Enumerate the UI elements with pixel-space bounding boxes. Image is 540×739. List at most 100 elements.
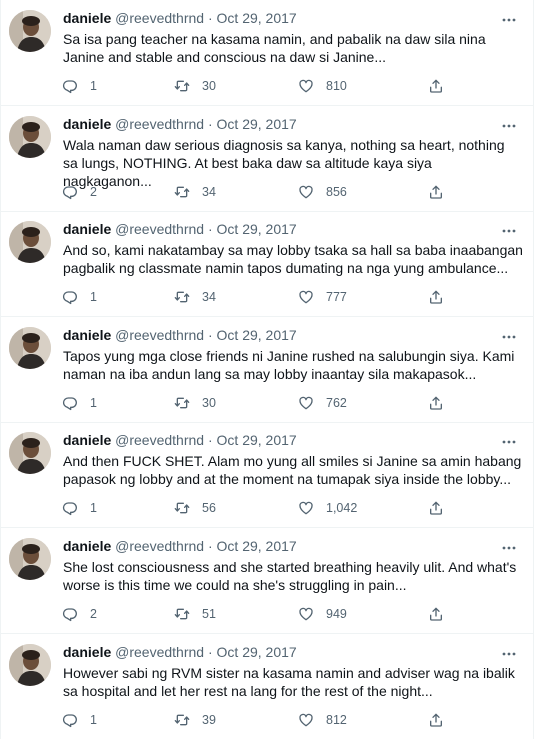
tweet[interactable]: daniele @reevedthrnd · Oct 29, 2017 And … — [0, 211, 534, 317]
tweet[interactable]: daniele @reevedthrnd · Oct 29, 2017 And … — [0, 422, 534, 528]
tweet[interactable]: daniele @reevedthrnd · Oct 29, 2017 Howe… — [0, 634, 534, 739]
tweet-header: daniele @reevedthrnd · Oct 29, 2017 — [63, 431, 297, 449]
reply-button[interactable]: 2 — [62, 604, 97, 624]
reply-button[interactable]: 1 — [62, 710, 97, 730]
tweet-date[interactable]: Oct 29, 2017 — [217, 221, 297, 237]
retweet-icon — [174, 608, 190, 620]
reply-button[interactable]: 1 — [62, 287, 97, 307]
author-handle[interactable]: @reevedthrnd — [115, 116, 204, 132]
like-button[interactable]: 949 — [298, 604, 347, 624]
avatar-photo-icon — [9, 327, 51, 369]
share-button[interactable] — [428, 287, 444, 307]
share-button[interactable] — [428, 182, 444, 202]
separator-dot: · — [207, 116, 213, 132]
like-button[interactable]: 762 — [298, 393, 347, 413]
author-handle[interactable]: @reevedthrnd — [115, 10, 204, 26]
reply-icon — [62, 397, 77, 411]
retweet-button[interactable]: 51 — [174, 604, 216, 624]
avatar[interactable] — [9, 538, 51, 580]
tweet-date[interactable]: Oct 29, 2017 — [217, 432, 297, 448]
tweet[interactable]: daniele @reevedthrnd · Oct 29, 2017 Tapo… — [0, 317, 534, 423]
author-name[interactable]: daniele — [63, 221, 111, 237]
avatar-photo-icon — [9, 538, 51, 580]
author-name[interactable]: daniele — [63, 116, 111, 132]
avatar[interactable] — [9, 644, 51, 686]
author-handle[interactable]: @reevedthrnd — [115, 644, 204, 660]
retweet-button[interactable]: 34 — [174, 287, 216, 307]
tweet-date[interactable]: Oct 29, 2017 — [217, 644, 297, 660]
retweet-icon — [174, 502, 190, 514]
reply-button[interactable]: 1 — [62, 76, 97, 96]
share-button[interactable] — [428, 76, 444, 96]
author-handle[interactable]: @reevedthrnd — [115, 432, 204, 448]
tweet-date[interactable]: Oct 29, 2017 — [217, 10, 297, 26]
more-icon[interactable] — [499, 118, 519, 136]
tweet[interactable]: daniele @reevedthrnd · Oct 29, 2017 She … — [0, 528, 534, 634]
more-icon[interactable] — [499, 646, 519, 664]
avatar-photo-icon — [9, 221, 51, 263]
tweet-text: And then FUCK SHET. Alam mo yung all smi… — [63, 453, 522, 487]
author-name[interactable]: daniele — [63, 10, 111, 26]
avatar[interactable] — [9, 221, 51, 263]
more-icon[interactable] — [499, 540, 519, 558]
tweet-header: daniele @reevedthrnd · Oct 29, 2017 — [63, 326, 297, 344]
like-button[interactable]: 812 — [298, 710, 347, 730]
tweet-text: She lost consciousness and she started b… — [63, 559, 517, 593]
retweet-button[interactable]: 34 — [174, 182, 216, 202]
tweet-header: daniele @reevedthrnd · Oct 29, 2017 — [63, 643, 297, 661]
like-count: 812 — [326, 713, 347, 727]
share-button[interactable] — [428, 498, 444, 518]
avatar[interactable] — [9, 327, 51, 369]
share-button[interactable] — [428, 710, 444, 730]
retweet-button[interactable]: 30 — [174, 76, 216, 96]
reply-button[interactable]: 1 — [62, 393, 97, 413]
share-button[interactable] — [428, 604, 444, 624]
retweet-button[interactable]: 56 — [174, 498, 216, 518]
author-handle[interactable]: @reevedthrnd — [115, 538, 204, 554]
separator-dot: · — [207, 644, 213, 660]
tweet-text: Tapos yung mga close friends ni Janine r… — [63, 348, 515, 382]
tweet-date[interactable]: Oct 29, 2017 — [217, 327, 297, 343]
tweet-date[interactable]: Oct 29, 2017 — [217, 116, 297, 132]
tweet-date[interactable]: Oct 29, 2017 — [217, 538, 297, 554]
author-name[interactable]: daniele — [63, 432, 111, 448]
avatar[interactable] — [9, 10, 51, 52]
tweet-actions: 1 30 810 — [62, 76, 462, 96]
reply-button[interactable]: 1 — [62, 498, 97, 518]
share-button[interactable] — [428, 393, 444, 413]
tweet[interactable]: daniele @reevedthrnd · Oct 29, 2017 Sa i… — [0, 0, 534, 106]
like-button[interactable]: 810 — [298, 76, 347, 96]
author-name[interactable]: daniele — [63, 538, 111, 554]
more-icon[interactable] — [499, 12, 519, 30]
avatar-photo-icon — [9, 432, 51, 474]
author-handle[interactable]: @reevedthrnd — [115, 221, 204, 237]
tweet[interactable]: daniele @reevedthrnd · Oct 29, 2017 Wala… — [0, 106, 534, 212]
retweet-count: 34 — [202, 185, 216, 199]
heart-icon — [299, 607, 313, 621]
share-icon — [430, 607, 442, 621]
more-icon[interactable] — [499, 434, 519, 452]
reply-button[interactable]: 2 — [62, 182, 97, 202]
heart-icon — [299, 501, 313, 515]
like-button[interactable]: 777 — [298, 287, 347, 307]
retweet-icon — [174, 186, 190, 198]
reply-icon — [62, 186, 77, 200]
retweet-button[interactable]: 39 — [174, 710, 216, 730]
like-button[interactable]: 1,042 — [298, 498, 357, 518]
author-name[interactable]: daniele — [63, 327, 111, 343]
retweet-button[interactable]: 30 — [174, 393, 216, 413]
heart-icon — [299, 396, 313, 410]
heart-icon — [299, 713, 313, 727]
avatar-photo-icon — [9, 10, 51, 52]
tweet-actions: 1 30 762 — [62, 393, 462, 413]
like-button[interactable]: 856 — [298, 182, 347, 202]
avatar[interactable] — [9, 432, 51, 474]
tweet-actions: 1 34 777 — [62, 287, 462, 307]
avatar[interactable] — [9, 116, 51, 158]
more-icon[interactable] — [499, 223, 519, 241]
author-name[interactable]: daniele — [63, 644, 111, 660]
reply-count: 2 — [90, 607, 97, 621]
author-handle[interactable]: @reevedthrnd — [115, 327, 204, 343]
more-icon[interactable] — [499, 329, 519, 347]
tweet-header: daniele @reevedthrnd · Oct 29, 2017 — [63, 220, 297, 238]
